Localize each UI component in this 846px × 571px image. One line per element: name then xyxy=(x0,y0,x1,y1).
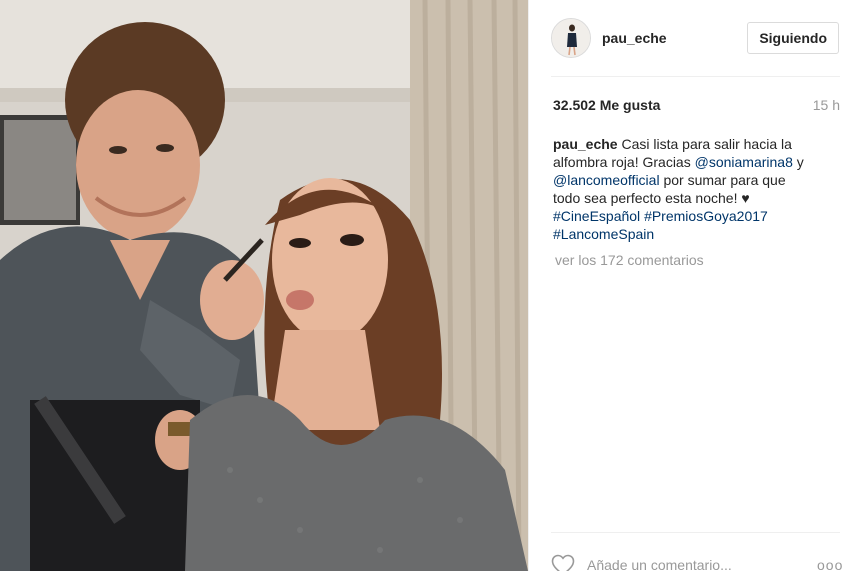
following-button[interactable]: Siguiendo xyxy=(747,22,839,54)
post-time[interactable]: 15 h xyxy=(813,97,840,113)
mention-lancomeofficial[interactable]: @lancomeofficial xyxy=(553,172,660,188)
avatar-image xyxy=(552,19,590,57)
more-options-icon[interactable]: ooo xyxy=(817,557,843,571)
comment-input[interactable]: Añade un comentario... xyxy=(587,557,817,571)
likes-count[interactable]: 32.502 Me gusta xyxy=(553,97,660,113)
username[interactable]: pau_eche xyxy=(602,30,747,46)
caption: pau_eche Casi lista para salir hacia la … xyxy=(553,135,813,243)
heart-outline-icon[interactable] xyxy=(551,554,575,571)
photo-illustration xyxy=(0,0,528,571)
post-sidebar: pau_eche Siguiendo 32.502 Me gusta 15 h … xyxy=(528,0,846,571)
divider xyxy=(551,76,840,77)
view-comments-link[interactable]: ver los 172 comentarios xyxy=(555,252,704,268)
avatar[interactable] xyxy=(551,18,591,58)
comment-bar: Añade un comentario... ooo xyxy=(551,552,843,571)
mention-soniamarina8[interactable]: @soniamarina8 xyxy=(695,154,793,170)
likes-row: 32.502 Me gusta 15 h xyxy=(553,97,840,113)
post-photo[interactable] xyxy=(0,0,528,571)
divider xyxy=(551,532,840,533)
caption-username[interactable]: pau_eche xyxy=(553,136,618,152)
hashtag-cineespanol[interactable]: #CineEspañol xyxy=(553,208,640,224)
post-header: pau_eche Siguiendo xyxy=(551,16,839,60)
hashtag-lancomespain[interactable]: #LancomeSpain xyxy=(553,226,654,242)
hashtag-premiosgoya2017[interactable]: #PremiosGoya2017 xyxy=(644,208,768,224)
caption-text: y xyxy=(792,154,804,170)
